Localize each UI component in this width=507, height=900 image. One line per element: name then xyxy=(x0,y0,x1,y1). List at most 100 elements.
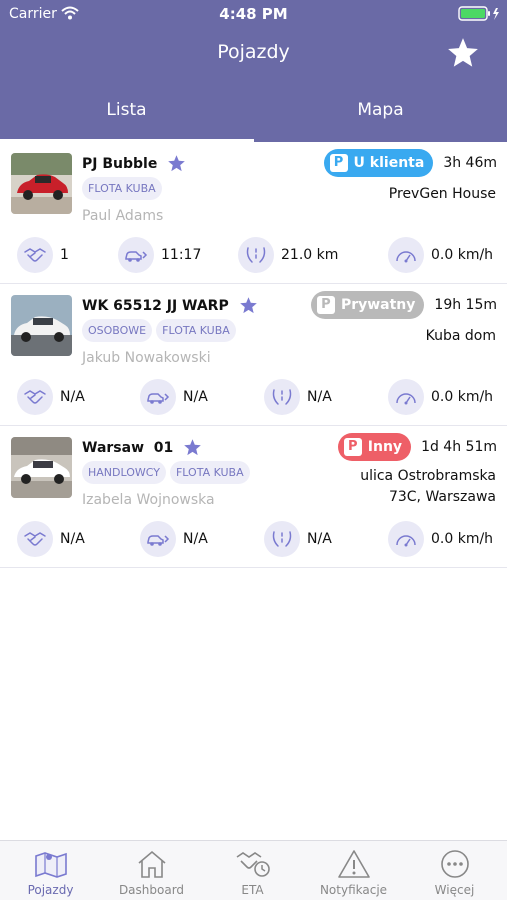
status-badge: P Inny xyxy=(337,433,412,461)
speedometer-icon xyxy=(388,237,424,273)
tabbar-item-pojazdy[interactable]: Pojazdy xyxy=(0,841,101,900)
tag: HANDLOWCY xyxy=(82,461,166,484)
stat-time: N/A xyxy=(140,520,208,558)
vehicle-list: PJ Bubble FLOTA KUBA Paul Adams P U klie… xyxy=(0,142,507,568)
favorite-star-icon[interactable] xyxy=(167,154,186,173)
favorite-star-icon[interactable] xyxy=(239,296,258,315)
tabbar-item-notyfikacje[interactable]: Notyfikacje xyxy=(303,841,404,900)
stat-distance: N/A xyxy=(264,378,332,416)
location: Kuba dom xyxy=(296,326,496,347)
vehicle-name: WK 65512 JJ WARP xyxy=(82,297,229,314)
status-badge: P U klienta xyxy=(323,149,434,177)
stat-trips: N/A xyxy=(17,378,85,416)
vehicle-stats: 1 11:17 21.0 km 0.0 km/h xyxy=(0,236,507,274)
stat-trips-value: N/A xyxy=(60,389,85,405)
stat-speed: 0.0 km/h xyxy=(388,236,493,274)
location: ulica Ostrobramska 73C, Warszawa xyxy=(296,466,496,508)
view-tabs: Lista Mapa xyxy=(0,90,507,142)
vehicle-photo xyxy=(11,437,72,498)
location-line: 73C, Warszawa xyxy=(388,489,496,505)
vehicle-stats: N/A N/A N/A 0.0 km/h xyxy=(0,520,507,558)
vehicle-tags: OSOBOWE FLOTA KUBA xyxy=(82,319,240,342)
stat-time-value: 11:17 xyxy=(161,247,202,263)
road-icon xyxy=(264,379,300,415)
warning-icon xyxy=(338,850,370,878)
stat-speed-value: 0.0 km/h xyxy=(431,531,494,547)
status-label: Inny xyxy=(367,439,403,455)
stat-time-value: N/A xyxy=(183,531,208,547)
more-icon xyxy=(441,850,469,878)
status-label: U klienta xyxy=(353,155,425,171)
status-bar: Carrier 4:48 PM xyxy=(0,0,507,28)
favorite-star-icon[interactable] xyxy=(183,438,202,457)
tag: FLOTA KUBA xyxy=(156,319,236,342)
location-line: PrevGen House xyxy=(388,186,496,202)
vehicle-name: PJ Bubble xyxy=(82,155,158,172)
location: PrevGen House xyxy=(296,184,496,205)
app-header: Carrier 4:48 PM Pojazdy Lista Mapa xyxy=(0,0,507,142)
handshake-icon xyxy=(17,379,53,415)
stat-time-value: N/A xyxy=(183,389,208,405)
parking-icon: P xyxy=(316,296,335,314)
stat-trips: 1 xyxy=(17,236,69,274)
stat-distance: N/A xyxy=(264,520,332,558)
stat-speed-value: 0.0 km/h xyxy=(431,389,494,405)
parking-icon: P xyxy=(343,438,362,456)
vehicle-photo xyxy=(11,153,72,214)
stat-speed: 0.0 km/h xyxy=(388,378,493,416)
road-icon xyxy=(238,237,274,273)
vehicle-photo xyxy=(11,295,72,356)
tabbar-label: Dashboard xyxy=(118,883,185,897)
home-icon xyxy=(138,850,166,878)
tabbar-label: ETA xyxy=(241,883,264,897)
handshake-icon xyxy=(17,521,53,557)
tabbar-label: Pojazdy xyxy=(27,883,74,897)
vehicle-card[interactable]: Warsaw 01 HANDLOWCY FLOTA KUBA Izabela W… xyxy=(0,426,507,568)
tabbar-item-wiecej[interactable]: Więcej xyxy=(404,841,505,900)
tag: FLOTA KUBA xyxy=(82,177,162,200)
stat-speed-value: 0.0 km/h xyxy=(431,247,494,263)
vehicle-card[interactable]: WK 65512 JJ WARP OSOBOWE FLOTA KUBA Jaku… xyxy=(0,284,507,426)
vehicle-tags: FLOTA KUBA xyxy=(82,177,166,200)
vehicle-stats: N/A N/A N/A 0.0 km/h xyxy=(0,378,507,416)
handshake-clock-icon xyxy=(236,852,270,877)
tabbar-label: Więcej xyxy=(434,883,475,897)
tabbar-item-dashboard[interactable]: Dashboard xyxy=(101,841,202,900)
location-line: ulica Ostrobramska xyxy=(360,468,496,484)
status-duration: 1d 4h 51m xyxy=(421,439,497,455)
stat-distance-value: 21.0 km xyxy=(281,247,339,263)
tag: OSOBOWE xyxy=(82,319,153,342)
status-duration: 19h 15m xyxy=(434,297,497,313)
page-title: Pojazdy xyxy=(217,41,290,63)
stat-time: 11:17 xyxy=(118,236,201,274)
stat-speed: 0.0 km/h xyxy=(388,520,493,558)
stat-trips-value: N/A xyxy=(60,531,85,547)
status-badge: P Prywatny xyxy=(310,291,425,319)
tabbar-item-eta[interactable]: ETA xyxy=(202,841,303,900)
stat-distance-value: N/A xyxy=(307,389,332,405)
stat-distance-value: N/A xyxy=(307,531,332,547)
status-duration: 3h 46m xyxy=(443,155,497,171)
location-line: Kuba dom xyxy=(425,328,496,344)
car-arrow-icon xyxy=(140,521,176,557)
driver-name: Izabela Wojnowska xyxy=(82,492,215,508)
status-label: Prywatny xyxy=(340,297,416,313)
clock: 4:48 PM xyxy=(219,5,288,23)
car-arrow-icon xyxy=(140,379,176,415)
vehicle-tags: HANDLOWCY FLOTA KUBA xyxy=(82,461,254,484)
map-icon xyxy=(35,852,67,878)
favorites-star-button[interactable] xyxy=(446,36,480,70)
handshake-icon xyxy=(17,237,53,273)
road-icon xyxy=(264,521,300,557)
tab-lista[interactable]: Lista xyxy=(0,90,253,142)
tab-mapa[interactable]: Mapa xyxy=(254,90,507,142)
vehicle-card[interactable]: PJ Bubble FLOTA KUBA Paul Adams P U klie… xyxy=(0,142,507,284)
speedometer-icon xyxy=(388,521,424,557)
tag: FLOTA KUBA xyxy=(169,461,250,484)
stat-trips-value: 1 xyxy=(60,247,69,263)
stat-distance: 21.0 km xyxy=(238,236,338,274)
car-arrow-icon xyxy=(118,237,154,273)
speedometer-icon xyxy=(388,379,424,415)
parking-icon: P xyxy=(329,154,348,172)
driver-name: Paul Adams xyxy=(82,208,164,224)
